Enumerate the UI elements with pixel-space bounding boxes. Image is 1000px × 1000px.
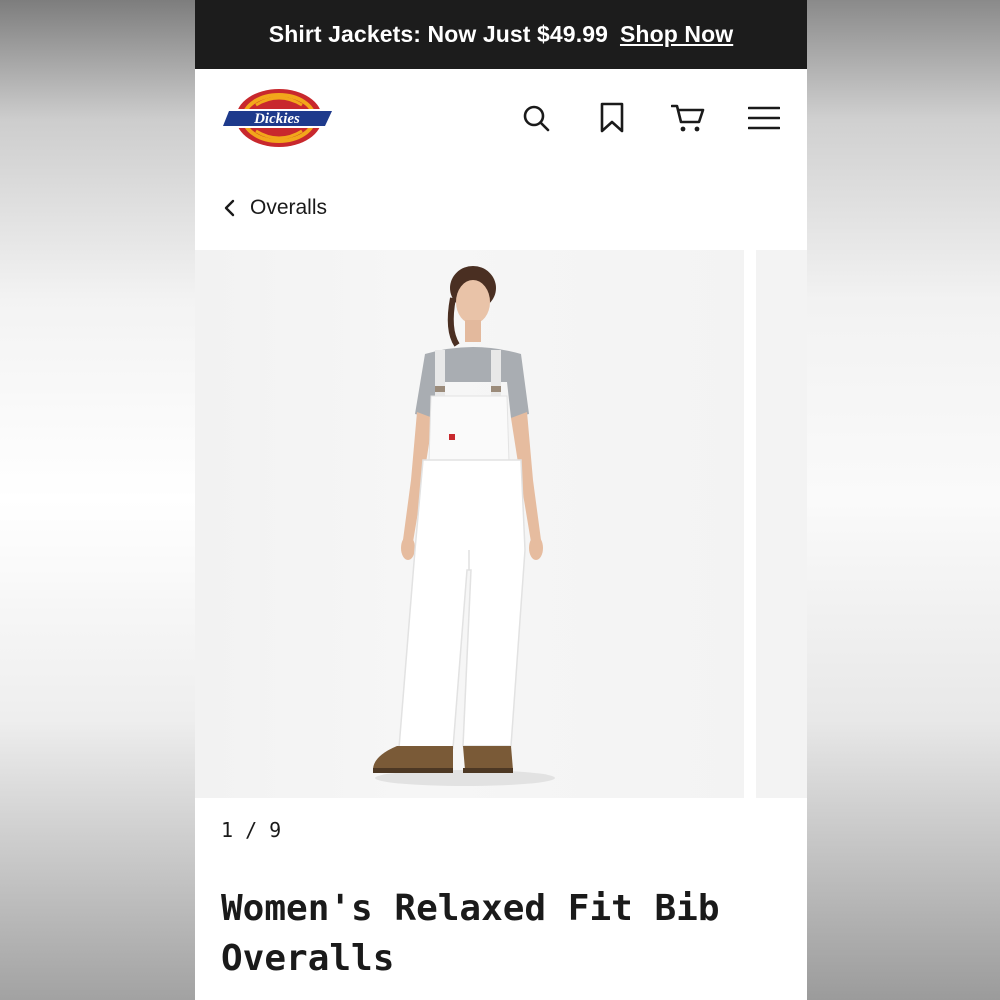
cart-icon[interactable]: [671, 98, 705, 138]
site-header: Dickies: [195, 69, 807, 169]
breadcrumb[interactable]: Overalls: [223, 196, 327, 220]
dickies-logo[interactable]: Dickies: [220, 87, 336, 149]
product-gallery[interactable]: [195, 250, 807, 798]
search-icon[interactable]: [519, 98, 553, 138]
menu-icon[interactable]: [747, 98, 781, 138]
mobile-page: Shirt Jackets: Now Just $49.99 Shop Now …: [195, 0, 807, 1000]
model-illustration: [373, 266, 555, 786]
image-counter: 1 / 9: [221, 818, 282, 842]
shop-now-link[interactable]: Shop Now: [620, 21, 733, 48]
product-title: Women's Relaxed Fit Bib Overalls: [221, 888, 720, 979]
next-image-peek[interactable]: [756, 250, 807, 798]
product-image[interactable]: [195, 250, 744, 798]
promo-banner: Shirt Jackets: Now Just $49.99 Shop Now: [195, 0, 807, 69]
header-actions: [477, 98, 781, 138]
chevron-left-icon: [224, 199, 235, 217]
breadcrumb-label: Overalls: [250, 196, 328, 219]
left-backdrop: [0, 0, 195, 1000]
logo-wordmark: Dickies: [253, 111, 300, 127]
promo-text: Shirt Jackets: Now Just $49.99: [268, 21, 608, 47]
bookmark-icon[interactable]: [595, 98, 629, 138]
right-backdrop: [807, 0, 1000, 1000]
